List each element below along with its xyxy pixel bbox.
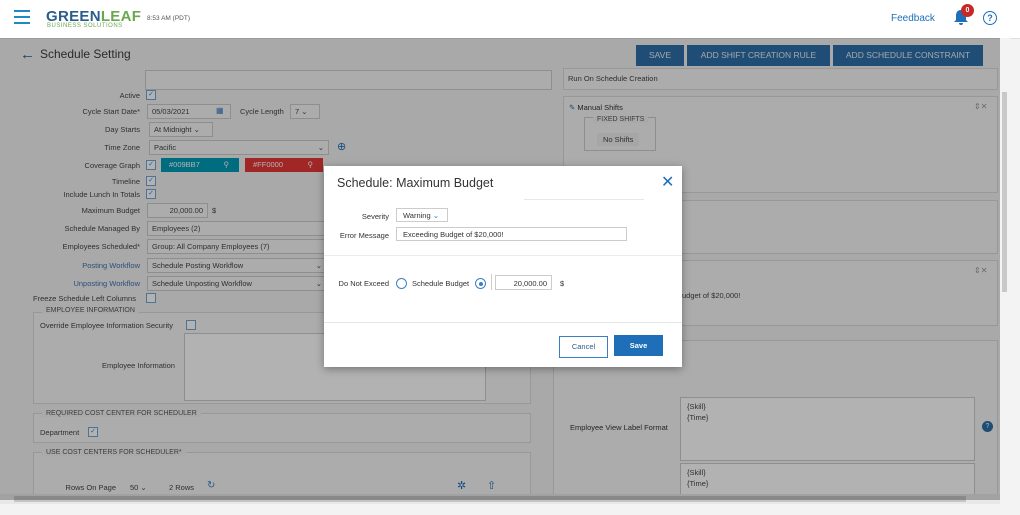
divider (324, 322, 682, 323)
severity-select[interactable]: Warning ⌄ (396, 208, 448, 222)
dialog-save-button[interactable]: Save (614, 335, 663, 356)
divider (491, 274, 492, 290)
divider (324, 255, 682, 256)
amount-input[interactable]: 20,000.00 (495, 275, 552, 290)
cancel-button[interactable]: Cancel (559, 336, 608, 358)
error-message-label: Error Message (339, 231, 389, 240)
do-not-exceed-label: Do Not Exceed (338, 279, 389, 288)
dialog-title: Schedule: Maximum Budget (337, 176, 494, 190)
fixed-amount-radio[interactable] (396, 278, 407, 289)
close-icon[interactable]: ✕ (661, 172, 674, 192)
chevron-down-icon: ⌄ (432, 211, 440, 220)
clock: 8:53 AM (PDT) (147, 15, 190, 22)
schedule-budget-label: Schedule Budget (412, 279, 470, 288)
feedback-link[interactable]: Feedback (891, 13, 935, 24)
top-bar: GREENLEAF BUSINESS SOLUTIONS 8:53 AM (PD… (0, 0, 1020, 39)
error-message-input[interactable]: Exceeding Budget of $20,000! (396, 227, 627, 241)
amount-unit: $ (560, 279, 565, 288)
notification-badge: 0 (961, 4, 974, 17)
vertical-scroll-thumb[interactable] (1002, 92, 1007, 292)
divider (524, 199, 644, 200)
logo-subtitle: BUSINESS SOLUTIONS (47, 23, 123, 29)
schedule-budget-radio[interactable] (475, 278, 486, 289)
severity-label: Severity (361, 212, 389, 221)
maximum-budget-dialog: Schedule: Maximum Budget ✕ Severity Warn… (324, 166, 682, 367)
help-icon[interactable]: ? (983, 11, 997, 25)
menu-icon[interactable] (14, 10, 30, 24)
